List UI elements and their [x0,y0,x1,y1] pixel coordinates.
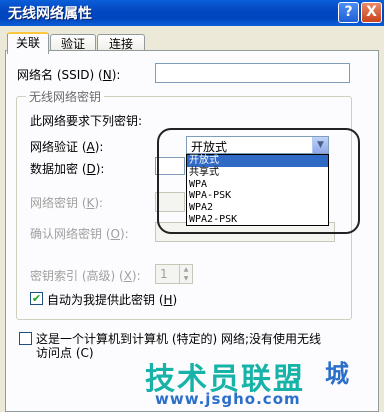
auth-options-list[interactable]: 开放式 共享式 WPA WPA-PSK WPA2 WPA2-PSK [186,154,329,226]
auth-option-wpa2-psk[interactable]: WPA2-PSK [187,214,328,226]
adhoc-label-line2: 访问点 (C) [36,346,94,360]
key-index-label: 密钥索引 (高级) (X): [30,269,141,283]
wireless-key-group-title: 无线网络密钥 [26,88,105,105]
spin-up-icon[interactable]: ▲ [179,265,192,274]
title-bar: 无线网络属性 ? X [0,0,384,26]
ssid-input[interactable] [155,63,350,83]
auth-option-wpa2[interactable]: WPA2 [187,202,328,214]
auth-option-wpa-psk[interactable]: WPA-PSK [187,190,328,202]
key-index-spinner[interactable]: 1 ▲ ▼ [155,264,193,284]
auth-option-wpa[interactable]: WPA [187,179,328,191]
watermark-side-text: 城 [325,360,349,388]
auto-key-checkbox[interactable]: ✔ [30,292,43,305]
close-button[interactable]: X [361,2,382,23]
auth-option-shared[interactable]: 共享式 [187,167,328,179]
auth-option-open[interactable]: 开放式 [187,155,328,167]
auto-key-label: 自动为我提供此密钥 (H) [47,293,178,307]
auth-label: 网络验证 (A): [30,140,104,154]
watermark-url: www.jsgho.com [155,390,301,408]
key-index-value: 1 [160,267,168,281]
confirm-key-label: 确认网络密钥 (O): [30,227,129,241]
network-key-label: 网络密钥 (K): [30,196,104,210]
window-title: 无线网络属性 [8,6,92,22]
spin-down-icon[interactable]: ▼ [179,274,192,283]
watermark-logo: 技术员联盟 城 www.jsgho.com [145,354,349,408]
ssid-label: 网络名 (SSID) (N): [17,68,121,82]
key-requirement-text: 此网络要求下列密钥: [30,114,143,128]
encryption-label: 数据加密 (D): [30,162,105,176]
help-button[interactable]: ? [338,2,359,23]
adhoc-checkbox[interactable] [19,332,32,345]
tab-association[interactable]: 关联 [7,32,49,54]
